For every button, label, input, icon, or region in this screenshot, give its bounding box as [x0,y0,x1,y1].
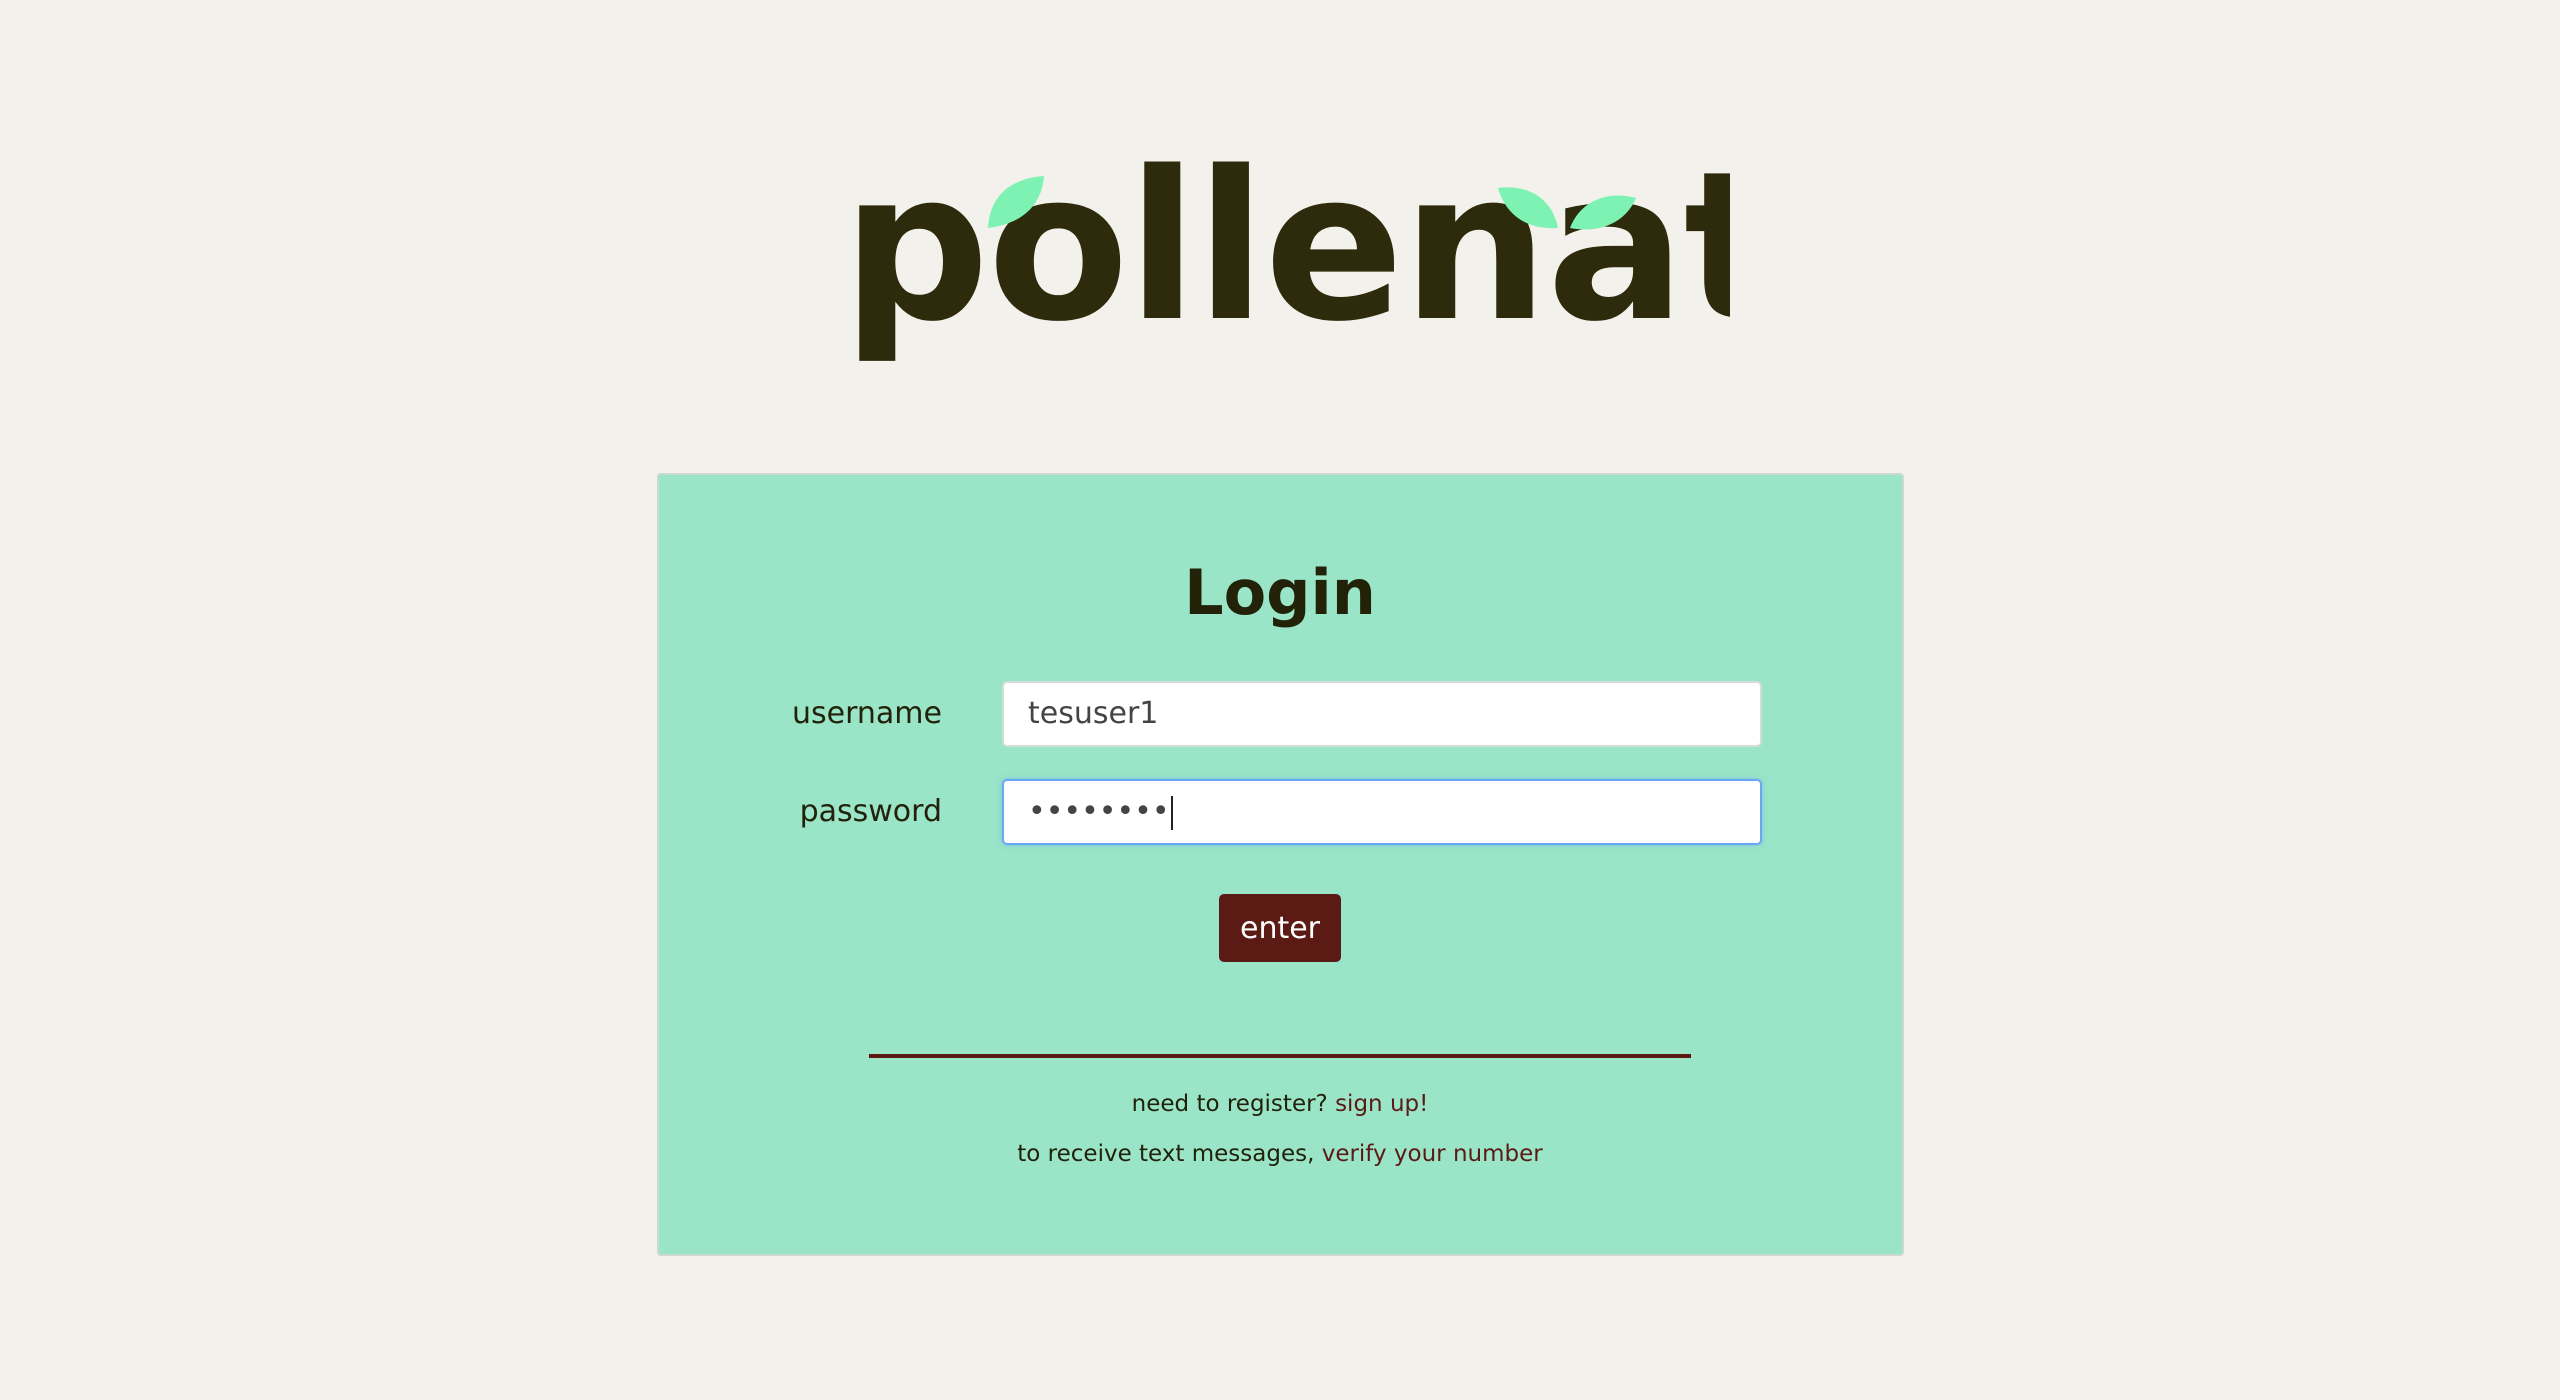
verify-line: to receive text messages, verify your nu… [0,1138,2560,1170]
verify-number-link[interactable]: verify your number [1322,1141,1543,1167]
username-value: tesuser1 [1028,696,1159,731]
password-masked-value: •••••••• [1028,794,1170,829]
logo-text: pollenate [842,150,1730,367]
pollenate-logo: pollenate [830,150,1730,390]
password-input[interactable]: •••••••• [1002,779,1762,845]
register-line: need to register? sign up! [0,1088,2560,1120]
login-title: Login [1184,556,1376,629]
enter-button[interactable]: enter [1219,894,1341,962]
logo-svg: pollenate [842,150,1730,367]
verify-prompt: to receive text messages, [1017,1141,1315,1167]
text-caret [1170,795,1173,830]
username-input[interactable]: tesuser1 [1002,681,1762,747]
username-label: username [792,696,942,731]
register-prompt: need to register? [1131,1091,1328,1117]
password-label: password [799,794,942,829]
divider [869,1054,1691,1058]
sign-up-link[interactable]: sign up! [1335,1091,1428,1117]
